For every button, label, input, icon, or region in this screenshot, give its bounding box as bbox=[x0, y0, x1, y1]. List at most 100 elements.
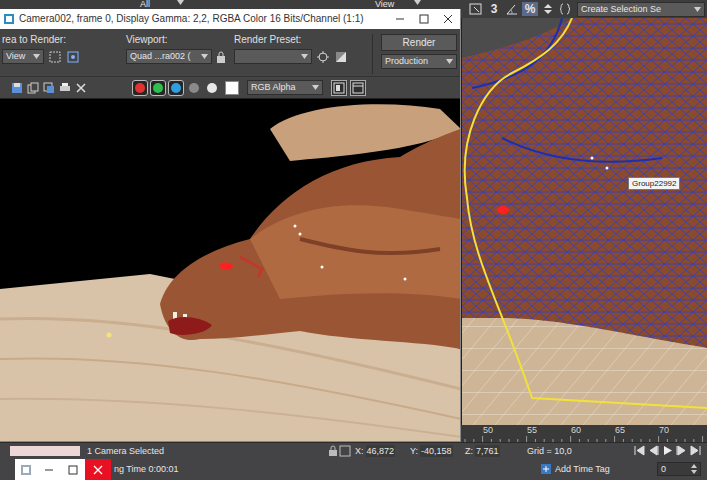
lock-viewport-icon[interactable] bbox=[215, 50, 227, 64]
selection-filter-dropdown[interactable]: All bbox=[140, 0, 184, 9]
background-swatch[interactable] bbox=[225, 81, 239, 95]
channel-toggle[interactable] bbox=[168, 80, 184, 96]
render-preset-label: Render Preset: bbox=[234, 34, 372, 46]
close-icon[interactable] bbox=[443, 14, 453, 24]
display-channel-dropdown[interactable]: RGB Alpha bbox=[247, 80, 323, 95]
dropdown-arrow-icon bbox=[301, 54, 308, 59]
channel-dot bbox=[207, 83, 217, 93]
channel-toggle[interactable] bbox=[204, 80, 220, 96]
angle-snap-icon[interactable] bbox=[505, 2, 519, 16]
app-icon[interactable] bbox=[3, 13, 15, 25]
ruler-tick-label: 70 bbox=[659, 425, 703, 436]
minimized-maximize-button[interactable] bbox=[61, 465, 85, 475]
channel-dot bbox=[189, 83, 199, 93]
select-object-icon[interactable] bbox=[469, 2, 483, 16]
spinner-snap-icon[interactable] bbox=[541, 2, 555, 16]
prompt-text: 1 Camera Selected bbox=[87, 445, 327, 457]
close-icon[interactable] bbox=[93, 465, 103, 475]
next-frame-icon[interactable] bbox=[676, 445, 687, 456]
dropdown-arrow-icon bbox=[177, 0, 184, 5]
render-image bbox=[0, 99, 460, 441]
snap-toggle[interactable]: 3 bbox=[486, 2, 502, 16]
auto-region-icon[interactable] bbox=[66, 50, 80, 64]
channel-dot bbox=[153, 83, 163, 93]
play-icon[interactable] bbox=[662, 445, 673, 456]
rendered-frame-window: Camera002, frame 0, Display Gamma: 2,2, … bbox=[0, 9, 461, 442]
window-title-bar: Camera002, frame 0, Display Gamma: 2,2, … bbox=[0, 9, 460, 29]
desktop: All View 3% Create Selection Se Group22992 50… bbox=[0, 0, 707, 480]
toggle-ui-button[interactable] bbox=[331, 80, 347, 96]
time-tag-icon[interactable] bbox=[540, 463, 552, 475]
print-image-icon[interactable] bbox=[58, 81, 72, 95]
area-to-render-dropdown[interactable]: View bbox=[2, 49, 44, 64]
maxscript-listener[interactable] bbox=[10, 446, 80, 456]
minimized-close-button[interactable] bbox=[85, 459, 111, 480]
named-selection-icon[interactable] bbox=[558, 2, 572, 16]
dropdown-arrow-icon bbox=[33, 54, 40, 59]
area-to-render-label: rea to Render: bbox=[2, 34, 126, 46]
render-setup-icon[interactable] bbox=[316, 50, 330, 64]
channel-dot bbox=[135, 83, 145, 93]
minimize-button[interactable] bbox=[388, 14, 412, 24]
go-to-end-icon[interactable] bbox=[690, 445, 701, 456]
dropdown-arrow-icon bbox=[201, 54, 208, 59]
ruler-tick-label: 50 bbox=[483, 425, 527, 436]
reference-coord-dropdown[interactable]: View bbox=[375, 0, 421, 9]
minimized-window bbox=[15, 459, 111, 480]
time-readout: ng Time 0:00:01 bbox=[114, 463, 540, 475]
window-title: Camera002, frame 0, Display Gamma: 2,2, … bbox=[19, 12, 388, 26]
render-setup-panel: rea to Render: View Viewport: Quad ...ra002… bbox=[0, 29, 460, 77]
spinner-arrows-icon[interactable] bbox=[691, 464, 697, 474]
dropdown-arrow-icon bbox=[414, 0, 421, 5]
minimize-icon[interactable] bbox=[44, 465, 54, 475]
render-mode-dropdown[interactable]: Production bbox=[381, 54, 457, 69]
maximize-icon[interactable] bbox=[68, 465, 78, 475]
add-time-tag-button[interactable]: Add Time Tag bbox=[540, 463, 610, 475]
copy-image-icon[interactable] bbox=[26, 81, 40, 95]
previous-frame-icon[interactable] bbox=[648, 445, 659, 456]
channel-toggle[interactable] bbox=[150, 80, 166, 96]
selection-set-dropdown[interactable]: Create Selection Se bbox=[577, 2, 705, 17]
channel-dot bbox=[171, 83, 181, 93]
coordinate-field[interactable]: Y:-40,158 bbox=[410, 445, 462, 457]
render-button[interactable]: Render bbox=[381, 34, 457, 51]
coordinate-field[interactable]: Z:7,761 bbox=[465, 445, 517, 457]
edit-region-icon[interactable] bbox=[48, 50, 62, 64]
absolute-mode-icon[interactable] bbox=[339, 445, 351, 457]
clear-image-icon[interactable] bbox=[74, 81, 88, 95]
object-tooltip: Group22992 bbox=[628, 177, 680, 190]
time-ruler[interactable]: 5055606570 bbox=[461, 425, 707, 442]
maximize-button[interactable] bbox=[412, 14, 436, 24]
minimize-icon[interactable] bbox=[395, 14, 405, 24]
viewport-dropdown[interactable]: Quad ...ra002 ( bbox=[126, 49, 212, 64]
dropdown-arrow-icon bbox=[694, 7, 701, 12]
toggle-ui-overlay-icon[interactable] bbox=[333, 82, 345, 94]
environment-icon[interactable] bbox=[334, 50, 348, 64]
frame-toolbar: RGB Alpha bbox=[0, 77, 460, 99]
channel-toggle[interactable] bbox=[132, 80, 148, 96]
viewport-scene[interactable] bbox=[462, 18, 707, 425]
viewport-label: Viewport: bbox=[126, 34, 234, 46]
ruler-tick-label: 60 bbox=[571, 425, 615, 436]
channel-toggle[interactable] bbox=[186, 80, 202, 96]
dropdown-arrow-icon bbox=[312, 85, 319, 90]
frame-spinner[interactable]: 0 bbox=[657, 462, 701, 476]
toggle-ui-panel-button[interactable] bbox=[350, 80, 366, 96]
perspective-viewport[interactable]: Group22992 bbox=[461, 18, 707, 425]
render-preset-dropdown[interactable] bbox=[234, 49, 312, 64]
toggle-ui-panel-icon[interactable] bbox=[352, 82, 364, 94]
clone-window-icon[interactable] bbox=[42, 81, 56, 95]
minimized-minimize-button[interactable] bbox=[37, 465, 61, 475]
ruler-tick-label: 65 bbox=[615, 425, 659, 436]
ruler-tick-label: 55 bbox=[527, 425, 571, 436]
percent-snap-toggle[interactable]: % bbox=[522, 2, 538, 16]
minimized-app-icon[interactable] bbox=[20, 464, 32, 476]
coordinate-field[interactable]: X:46,872 bbox=[355, 445, 407, 457]
maximize-icon[interactable] bbox=[419, 14, 429, 24]
close-button[interactable] bbox=[436, 14, 460, 24]
go-to-start-icon[interactable] bbox=[634, 445, 645, 456]
save-image-icon[interactable] bbox=[10, 81, 24, 95]
selection-lock-icon[interactable] bbox=[327, 445, 339, 457]
playback-controls bbox=[634, 445, 707, 456]
render-image-area bbox=[0, 99, 460, 441]
